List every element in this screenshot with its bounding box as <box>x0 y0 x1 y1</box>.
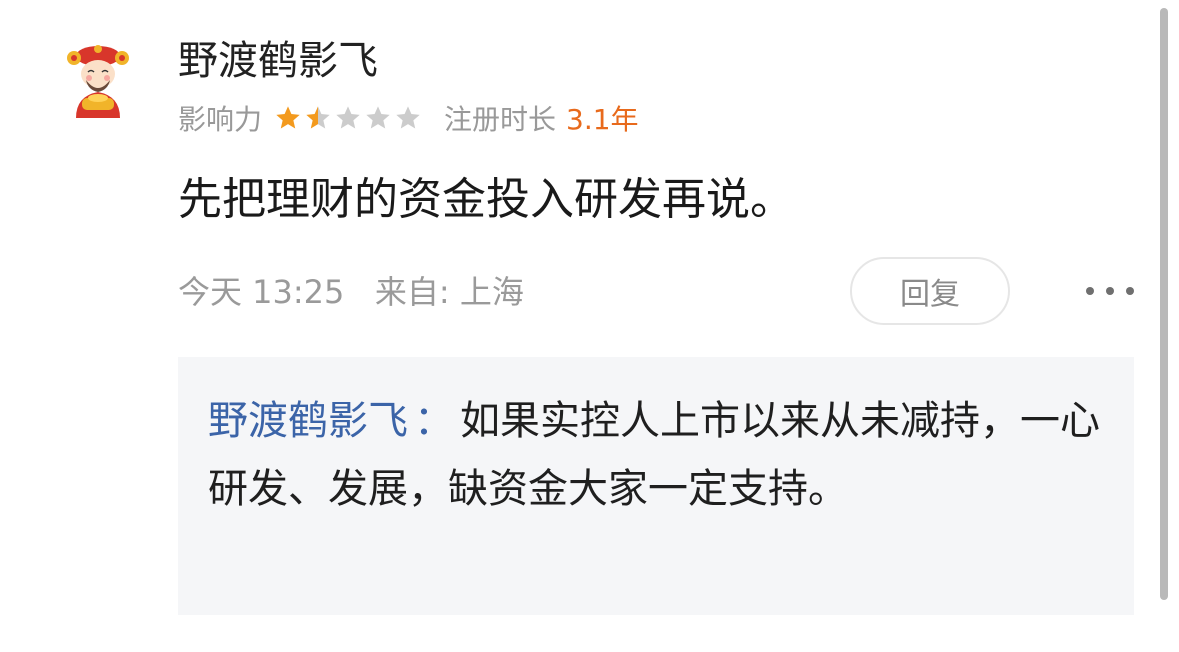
more-dots-icon[interactable] <box>1086 276 1134 306</box>
influence-stars <box>274 104 424 132</box>
dot <box>1106 287 1114 295</box>
quote-separator: ： <box>414 398 454 444</box>
quote-author[interactable]: 野渡鹤影飞 <box>208 398 408 444</box>
tenure-value: 3.1年 <box>566 103 639 136</box>
tenure-label: 注册时长 <box>444 103 557 136</box>
dot <box>1086 287 1094 295</box>
comment-location: 来自: 上海 <box>374 273 524 311</box>
quoted-reply: 野渡鹤影飞：如果实控人上市以来从未减持，一心研发、发展，缺资金大家一定支持。 <box>178 357 1134 615</box>
reply-button[interactable]: 回复 <box>850 257 1010 325</box>
comment-text: 先把理财的资金投入研发再说。 <box>178 174 794 225</box>
star-empty-icon <box>366 106 390 129</box>
star-empty-icon <box>336 106 360 129</box>
comment-meta: 今天 13:25 来自: 上海 <box>178 270 524 314</box>
user-meta: 影响力 注册时长 3.1年 <box>178 100 639 136</box>
star-empty-icon <box>396 106 420 129</box>
influence-label: 影响力 <box>178 103 263 136</box>
username[interactable]: 野渡鹤影飞 <box>178 36 378 86</box>
comment-card: 野渡鹤影飞 影响力 注册时长 3.1年 先把理财的资金投入研发再说。 今天 13… <box>0 0 1179 652</box>
dot <box>1126 287 1134 295</box>
avatar[interactable] <box>58 40 138 120</box>
caishen-avatar-icon <box>67 45 129 118</box>
star-half-icon <box>306 106 330 129</box>
star-icon <box>276 106 300 129</box>
comment-timestamp: 今天 13:25 <box>178 273 345 311</box>
scrollbar[interactable] <box>1160 8 1168 600</box>
